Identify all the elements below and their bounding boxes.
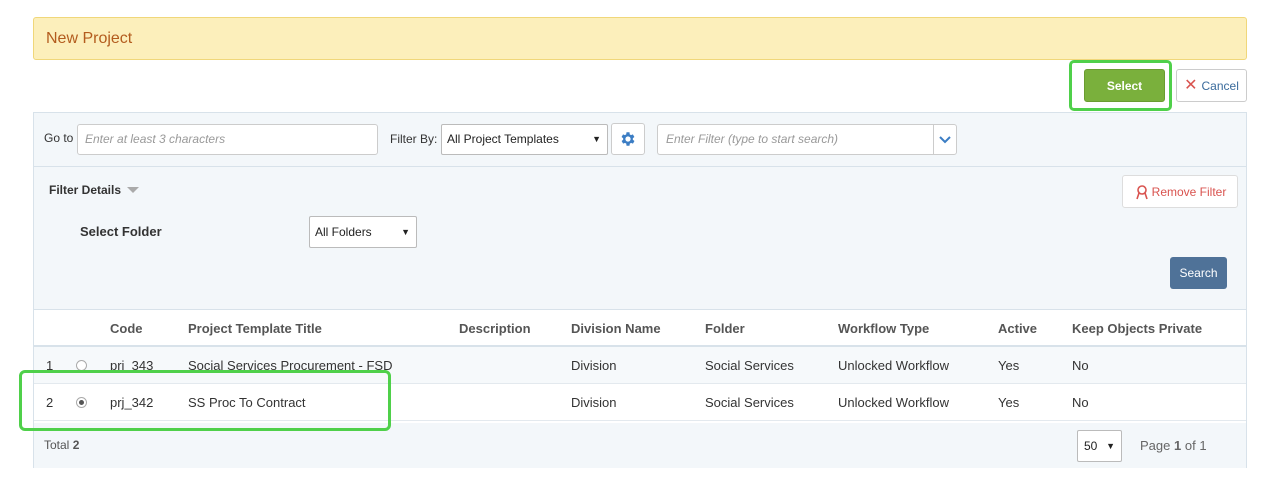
- toolbar: Go to Enter at least 3 characters Filter…: [34, 113, 1246, 167]
- page-title-banner: New Project: [33, 17, 1247, 60]
- page-size-value: 50: [1084, 439, 1098, 453]
- header-title[interactable]: Project Template Title: [188, 310, 322, 347]
- row-number: 2: [46, 395, 54, 410]
- cell-title: Social Services Procurement - FSD: [188, 358, 393, 373]
- cell-private: No: [1072, 358, 1089, 373]
- table-footer: Total 2 50 ▼ Page 1 of 1: [34, 423, 1246, 468]
- header-private[interactable]: Keep Objects Private: [1072, 310, 1202, 347]
- search-button[interactable]: Search: [1170, 257, 1227, 289]
- header-active[interactable]: Active: [998, 310, 1037, 347]
- pagination-info: Page 1 of 1: [1140, 438, 1207, 453]
- cancel-label: Cancel: [1201, 78, 1239, 93]
- folder-select-value: All Folders: [315, 225, 372, 239]
- page-total: 1: [1199, 438, 1207, 453]
- template-panel: Go to Enter at least 3 characters Filter…: [33, 112, 1247, 468]
- cell-division: Division: [571, 395, 617, 410]
- cell-workflow: Unlocked Workflow: [838, 395, 950, 410]
- filter-details-title[interactable]: Filter Details: [49, 183, 121, 197]
- header-description[interactable]: Description: [459, 310, 531, 347]
- template-table: Code Project Template Title Description …: [34, 310, 1246, 421]
- folder-select[interactable]: All Folders ▼: [309, 216, 417, 248]
- cell-folder: Social Services: [705, 358, 794, 373]
- header-code[interactable]: Code: [110, 310, 143, 347]
- caret-down-icon: ▼: [1106, 441, 1115, 451]
- filterby-label: Filter By:: [390, 132, 438, 146]
- filterby-select[interactable]: All Project Templates ▼: [441, 124, 608, 155]
- table-row[interactable]: 1 prj_343 Social Services Procurement - …: [34, 347, 1246, 384]
- cell-active: Yes: [998, 358, 1020, 373]
- table-header: Code Project Template Title Description …: [34, 310, 1246, 347]
- caret-down-icon: ▼: [592, 134, 601, 144]
- page-size-select[interactable]: 50 ▼: [1077, 430, 1122, 462]
- cell-active: Yes: [998, 395, 1020, 410]
- goto-input[interactable]: Enter at least 3 characters: [77, 124, 378, 155]
- row-radio-selected[interactable]: [76, 397, 87, 408]
- settings-button[interactable]: [611, 123, 645, 155]
- gear-icon: [621, 132, 635, 146]
- row-radio[interactable]: [76, 360, 87, 371]
- remove-filter-button[interactable]: Remove Filter: [1122, 175, 1238, 208]
- cancel-button[interactable]: ✕ Cancel: [1176, 69, 1247, 102]
- caret-down-icon: ▼: [401, 227, 410, 237]
- page-prefix: Page: [1140, 438, 1171, 453]
- select-button[interactable]: Select: [1084, 69, 1165, 102]
- cell-folder: Social Services: [705, 395, 794, 410]
- page-of: of: [1184, 438, 1196, 453]
- filterby-value: All Project Templates: [447, 132, 559, 146]
- cell-workflow: Unlocked Workflow: [838, 358, 950, 373]
- cell-code: prj_343: [110, 358, 154, 373]
- total-value: 2: [72, 438, 80, 452]
- goto-label: Go to: [44, 131, 74, 145]
- triangle-down-icon[interactable]: [127, 187, 139, 193]
- row-number: 1: [46, 358, 54, 373]
- page-current: 1: [1174, 438, 1182, 453]
- cell-private: No: [1072, 395, 1089, 410]
- remove-filter-label: Remove Filter: [1151, 184, 1227, 199]
- chevron-down-icon: [939, 135, 951, 143]
- total-label: Total: [44, 438, 70, 452]
- header-workflow[interactable]: Workflow Type: [838, 310, 929, 347]
- header-division[interactable]: Division Name: [571, 310, 661, 347]
- filter-search-input[interactable]: Enter Filter (type to start search): [657, 124, 934, 155]
- select-folder-label: Select Folder: [80, 224, 162, 239]
- header-folder[interactable]: Folder: [705, 310, 745, 347]
- close-icon: ✕: [1184, 76, 1198, 94]
- cell-title: SS Proc To Contract: [188, 395, 306, 410]
- table-row[interactable]: 2 prj_342 SS Proc To Contract Division S…: [34, 384, 1246, 421]
- filter-details: Filter Details Remove Filter Select Fold…: [34, 167, 1246, 310]
- filter-dropdown-button[interactable]: [933, 124, 957, 155]
- cell-division: Division: [571, 358, 617, 373]
- remove-filter-icon: [1135, 184, 1148, 199]
- total-count: Total 2: [44, 438, 79, 452]
- cell-code: prj_342: [110, 395, 154, 410]
